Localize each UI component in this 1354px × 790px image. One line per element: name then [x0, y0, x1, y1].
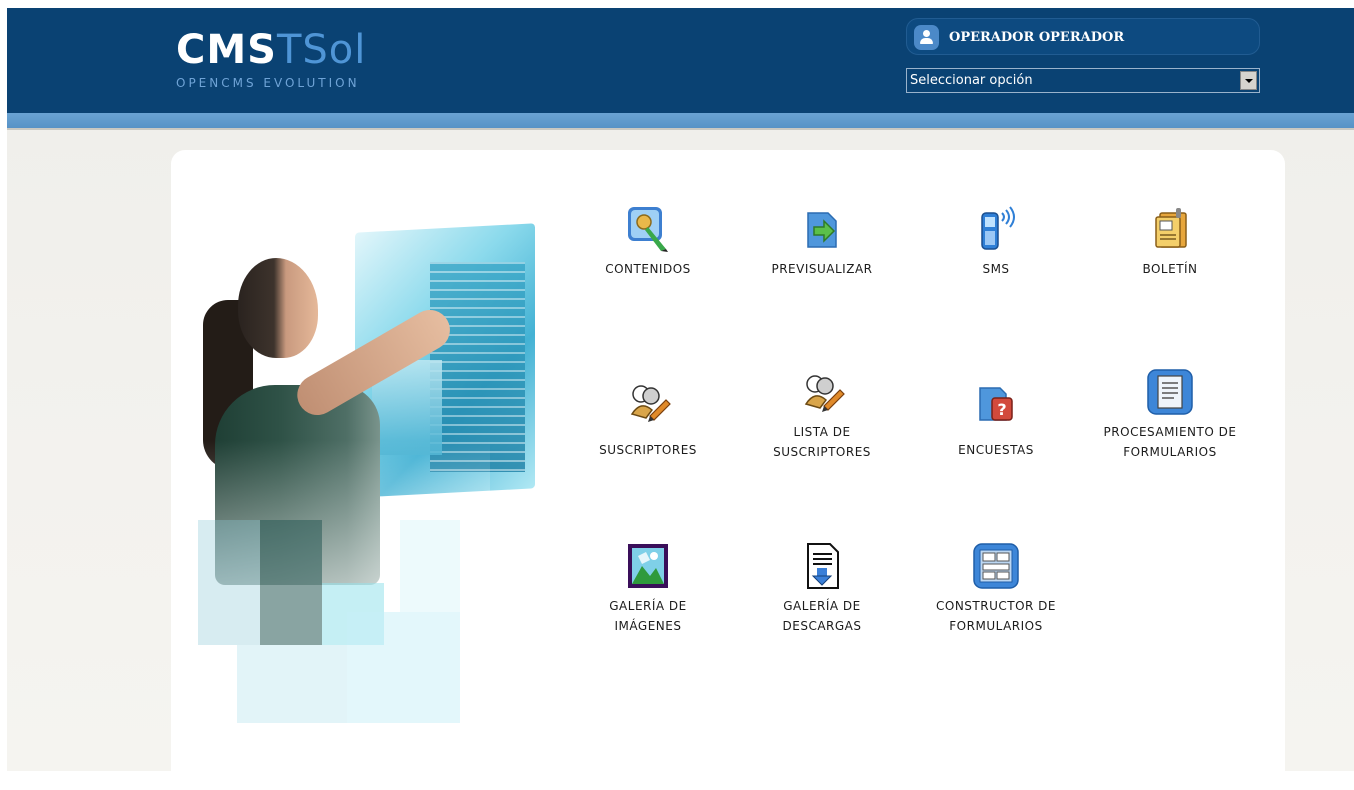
- preview-arrow-icon: [798, 205, 846, 253]
- logo-tagline: OPENCMS EVOLUTION: [176, 76, 360, 90]
- module-label: SMS: [916, 259, 1076, 279]
- logo-tsol-text: TSol: [276, 27, 367, 73]
- mobile-phone-icon: [972, 205, 1020, 253]
- module-label: PROCESAMIENTO DE FORMULARIOS: [1090, 422, 1250, 462]
- label-line: PROCESAMIENTO DE: [1103, 425, 1237, 439]
- module-suscriptores[interactable]: SUSCRIPTORES: [568, 378, 728, 460]
- module-procesamiento[interactable]: PROCESAMIENTO DE FORMULARIOS: [1090, 368, 1250, 462]
- logo-wordmark: CMSTSol: [176, 28, 366, 72]
- label-line: CONSTRUCTOR DE: [936, 599, 1056, 613]
- form-processing-icon: [1146, 368, 1194, 416]
- label-line: LISTA DE: [793, 425, 851, 439]
- label-line: GALERÍA DE: [609, 599, 687, 613]
- module-label: PREVISUALIZAR: [742, 259, 902, 279]
- hero-tile: [237, 645, 347, 723]
- user-menu[interactable]: OPERADOR OPERADOR: [906, 18, 1260, 55]
- module-label: LISTA DE SUSCRIPTORES: [742, 422, 902, 462]
- hero-tile: [198, 520, 260, 645]
- survey-icon: ?: [972, 378, 1020, 426]
- label-line: CONTENIDOS: [605, 262, 691, 276]
- newsletter-icon: [1146, 205, 1194, 253]
- label-line: PREVISUALIZAR: [771, 262, 873, 276]
- module-label: GALERÍA DE IMÁGENES: [568, 596, 728, 636]
- module-constructor[interactable]: CONSTRUCTOR DE FORMULARIOS: [916, 542, 1076, 636]
- module-galeria-imagenes[interactable]: GALERÍA DE IMÁGENES: [568, 542, 728, 636]
- download-gallery-icon: [798, 542, 846, 590]
- label-line: SMS: [982, 262, 1010, 276]
- hero-tile: [347, 612, 460, 723]
- svg-text:?: ?: [997, 400, 1006, 419]
- logo-cms-text: CMS: [176, 27, 277, 73]
- label-line: SUSCRIPTORES: [773, 445, 871, 459]
- hero-tile: [400, 520, 460, 612]
- module-encuestas[interactable]: ? ENCUESTAS: [916, 378, 1076, 460]
- label-line: BOLETÍN: [1142, 262, 1198, 276]
- option-select[interactable]: Seleccionar opción: [906, 68, 1260, 93]
- cmstsol-logo[interactable]: CMSTSol OPENCMS EVOLUTION: [176, 28, 376, 94]
- label-line: SUSCRIPTORES: [599, 443, 697, 457]
- image-gallery-icon: [624, 542, 672, 590]
- module-contenidos[interactable]: CONTENIDOS: [568, 205, 728, 279]
- module-label: ENCUESTAS: [916, 440, 1076, 460]
- module-previsualizar[interactable]: PREVISUALIZAR: [742, 205, 902, 279]
- header-stripe-shadow: [7, 128, 1354, 130]
- label-line: FORMULARIOS: [1123, 445, 1217, 459]
- chevron-down-icon[interactable]: [1240, 71, 1257, 90]
- module-label: SUSCRIPTORES: [568, 440, 728, 460]
- label-line: IMÁGENES: [614, 619, 682, 633]
- module-label: BOLETÍN: [1090, 259, 1250, 279]
- hero-tile: [260, 520, 322, 645]
- module-label: CONTENIDOS: [568, 259, 728, 279]
- module-sms[interactable]: SMS: [916, 205, 1076, 279]
- subscribers-icon: [624, 378, 672, 426]
- label-line: DESCARGAS: [782, 619, 862, 633]
- hero-person-head: [238, 258, 318, 358]
- module-galeria-descargas[interactable]: GALERÍA DE DESCARGAS: [742, 542, 902, 636]
- module-boletin[interactable]: BOLETÍN: [1090, 205, 1250, 279]
- form-builder-icon: [972, 542, 1020, 590]
- subscriber-list-icon: [798, 368, 846, 416]
- content-edit-icon: [624, 205, 672, 253]
- select-value: Seleccionar opción: [910, 73, 1033, 88]
- module-label: CONSTRUCTOR DE FORMULARIOS: [916, 596, 1076, 636]
- header-stripe: [7, 113, 1354, 128]
- user-icon: [914, 25, 939, 50]
- module-lista-suscriptores[interactable]: LISTA DE SUSCRIPTORES: [742, 368, 902, 462]
- module-label: GALERÍA DE DESCARGAS: [742, 596, 902, 636]
- label-line: ENCUESTAS: [958, 443, 1034, 457]
- user-name: OPERADOR OPERADOR: [949, 30, 1125, 45]
- label-line: GALERÍA DE: [783, 599, 861, 613]
- label-line: FORMULARIOS: [949, 619, 1043, 633]
